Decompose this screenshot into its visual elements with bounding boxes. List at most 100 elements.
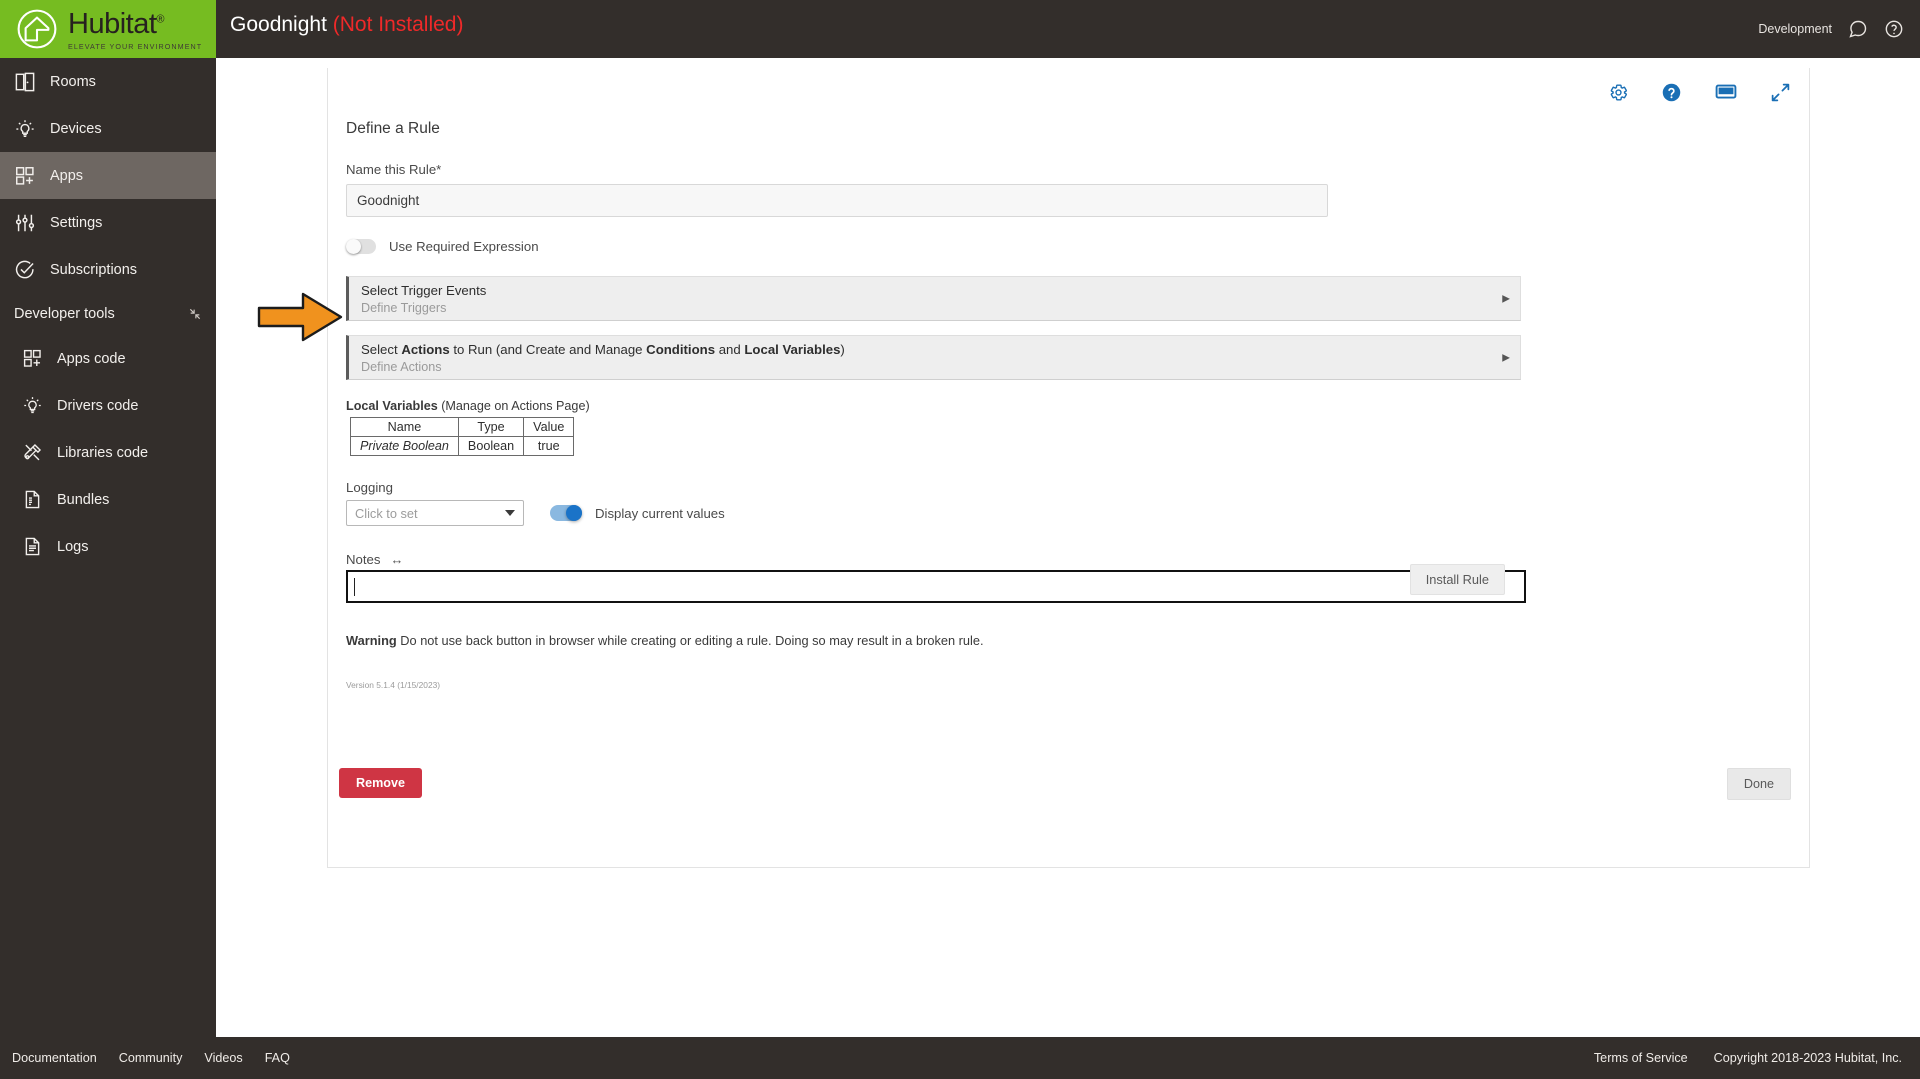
sidebar-item-libraries-code[interactable]: Libraries code bbox=[0, 429, 216, 476]
logo-trademark: ® bbox=[156, 12, 164, 25]
logo-word-text: Hubitat bbox=[68, 7, 157, 40]
variable-name: Private Boolean bbox=[350, 436, 459, 456]
select-trigger-events-button[interactable]: Select Trigger Events Define Triggers ▶ bbox=[346, 276, 1521, 321]
actions-t1: Select bbox=[361, 342, 402, 357]
page-title: Goodnight (Not Installed) bbox=[230, 13, 463, 37]
notes-input[interactable] bbox=[346, 570, 1526, 603]
devices-bulb-icon bbox=[16, 119, 34, 137]
footer: Documentation Community Videos FAQ Terms… bbox=[0, 1037, 1920, 1079]
sidebar-item-label: Subscriptions bbox=[50, 261, 138, 278]
sidebar-item-apps-code[interactable]: Apps code bbox=[0, 335, 216, 382]
sidebar-item-subscriptions[interactable]: Subscriptions bbox=[0, 246, 216, 293]
column-header-value: Value bbox=[523, 417, 575, 437]
sidebar-item-settings[interactable]: Settings bbox=[0, 199, 216, 246]
variable-type: Boolean bbox=[457, 436, 525, 456]
libraries-code-icon bbox=[24, 443, 42, 461]
app-name-text: Goodnight bbox=[230, 13, 327, 36]
actions-section-title: Select Actions to Run (and Create and Ma… bbox=[361, 341, 1520, 359]
sidebar-item-label: Libraries code bbox=[57, 444, 149, 461]
footer-right-links: Terms of Service Copyright 2018-2023 Hub… bbox=[1594, 1051, 1902, 1065]
footer-link-documentation[interactable]: Documentation bbox=[12, 1051, 97, 1065]
remove-button[interactable]: Remove bbox=[339, 768, 422, 798]
variable-value: true bbox=[523, 436, 575, 456]
display-current-values-toggle[interactable] bbox=[550, 505, 582, 521]
footer-left-links: Documentation Community Videos FAQ bbox=[12, 1051, 290, 1065]
expand-arrows-icon[interactable] bbox=[1770, 82, 1791, 103]
install-rule-button[interactable]: Install Rule bbox=[1409, 564, 1505, 595]
app-status-badge: (Not Installed) bbox=[332, 13, 464, 36]
actions-b1: Actions bbox=[401, 342, 450, 357]
actions-t3: and bbox=[715, 342, 745, 357]
help-circle-icon[interactable] bbox=[1884, 19, 1904, 39]
sidebar-item-label: Bundles bbox=[57, 491, 110, 508]
sidebar-item-rooms[interactable]: Rooms bbox=[0, 58, 216, 105]
card-toolbar bbox=[1608, 80, 1791, 104]
collapse-icon[interactable] bbox=[188, 307, 202, 321]
gear-icon[interactable] bbox=[1608, 82, 1629, 103]
logo-wordmark: Hubitat® ELEVATE YOUR ENVIRONMENT bbox=[68, 7, 202, 51]
required-expression-row: Use Required Expression bbox=[346, 239, 1791, 254]
bundles-icon bbox=[25, 490, 40, 509]
apps-grid-icon bbox=[16, 166, 34, 185]
footer-link-community[interactable]: Community bbox=[119, 1051, 183, 1065]
rule-name-input[interactable] bbox=[346, 184, 1328, 217]
sidebar-item-logs[interactable]: Logs bbox=[0, 523, 216, 570]
display-current-values-row: Display current values bbox=[550, 505, 725, 521]
sidebar-item-apps[interactable]: Apps bbox=[0, 152, 216, 199]
required-expression-toggle[interactable] bbox=[346, 239, 376, 254]
developer-tools-label: Developer tools bbox=[14, 306, 115, 322]
logging-select[interactable]: Click to set bbox=[346, 500, 524, 526]
footer-copyright: Copyright 2018-2023 Hubitat, Inc. bbox=[1713, 1051, 1902, 1065]
top-bar-right: Development bbox=[1758, 0, 1904, 58]
sidebar-section-developer-tools[interactable]: Developer tools bbox=[0, 293, 216, 335]
sidebar-item-label: Devices bbox=[50, 120, 102, 137]
actions-section-subtitle: Define Actions bbox=[361, 359, 442, 374]
chat-bubble-icon[interactable] bbox=[1848, 19, 1868, 39]
sidebar-item-label: Drivers code bbox=[57, 397, 139, 414]
notes-label-row: Notes ↔ bbox=[346, 552, 1791, 567]
required-expression-label: Use Required Expression bbox=[389, 239, 539, 254]
sidebar-item-devices[interactable]: Devices bbox=[0, 105, 216, 152]
chevron-right-icon: ▶ bbox=[1502, 293, 1510, 304]
help-circle-icon[interactable] bbox=[1661, 82, 1682, 103]
notes-label: Notes bbox=[346, 552, 381, 567]
logging-label: Logging bbox=[346, 480, 393, 495]
sidebar-item-label: Apps bbox=[50, 167, 84, 184]
toggle-knob bbox=[346, 239, 361, 254]
trigger-section-subtitle: Define Triggers bbox=[361, 300, 447, 315]
toggle-knob bbox=[566, 505, 582, 521]
orange-arrow-pointer bbox=[257, 292, 343, 342]
actions-t4: ) bbox=[840, 342, 845, 357]
actions-b3: Local Variables bbox=[744, 342, 841, 357]
table-row: Private Boolean Boolean true bbox=[350, 436, 575, 456]
sidebar-item-drivers-code[interactable]: Drivers code bbox=[0, 382, 216, 429]
version-text: Version 5.1.4 (1/15/2023) bbox=[346, 680, 441, 690]
local-variables-title-bold: Local Variables bbox=[346, 399, 438, 413]
logging-select-value: Click to set bbox=[355, 505, 418, 521]
name-field-label: Name this Rule* bbox=[346, 162, 442, 177]
footer-link-videos[interactable]: Videos bbox=[204, 1051, 242, 1065]
column-header-type: Type bbox=[457, 417, 525, 437]
local-variables-title: Local Variables (Manage on Actions Page) bbox=[346, 399, 1791, 413]
footer-link-terms-of-service[interactable]: Terms of Service bbox=[1594, 1051, 1688, 1065]
resize-horizontal-icon[interactable]: ↔ bbox=[390, 552, 403, 567]
monitor-icon[interactable] bbox=[1714, 80, 1738, 104]
column-header-name: Name bbox=[350, 417, 459, 437]
sidebar-item-bundles[interactable]: Bundles bbox=[0, 476, 216, 523]
hubitat-house-logo-icon bbox=[17, 9, 57, 49]
select-actions-button[interactable]: Select Actions to Run (and Create and Ma… bbox=[346, 335, 1521, 380]
local-variables-title-rest: (Manage on Actions Page) bbox=[437, 399, 590, 413]
subscriptions-check-icon bbox=[15, 260, 34, 278]
trigger-section-title: Select Trigger Events bbox=[361, 283, 487, 298]
top-bar: Hubitat® ELEVATE YOUR ENVIRONMENT Goodni… bbox=[0, 0, 1920, 58]
display-current-values-label: Display current values bbox=[595, 505, 725, 521]
environment-label: Development bbox=[1758, 22, 1832, 36]
section-heading: Define a Rule bbox=[346, 120, 440, 137]
footer-link-faq[interactable]: FAQ bbox=[265, 1051, 290, 1065]
hubitat-app-window: Hubitat® ELEVATE YOUR ENVIRONMENT Goodni… bbox=[0, 0, 1920, 1079]
hubitat-logo[interactable]: Hubitat® ELEVATE YOUR ENVIRONMENT bbox=[0, 0, 216, 58]
logging-row: Click to set Display current values bbox=[346, 500, 1791, 526]
done-button[interactable]: Done bbox=[1726, 768, 1791, 800]
actions-t2: to Run (and Create and Manage bbox=[449, 342, 647, 357]
text-cursor bbox=[354, 578, 355, 596]
